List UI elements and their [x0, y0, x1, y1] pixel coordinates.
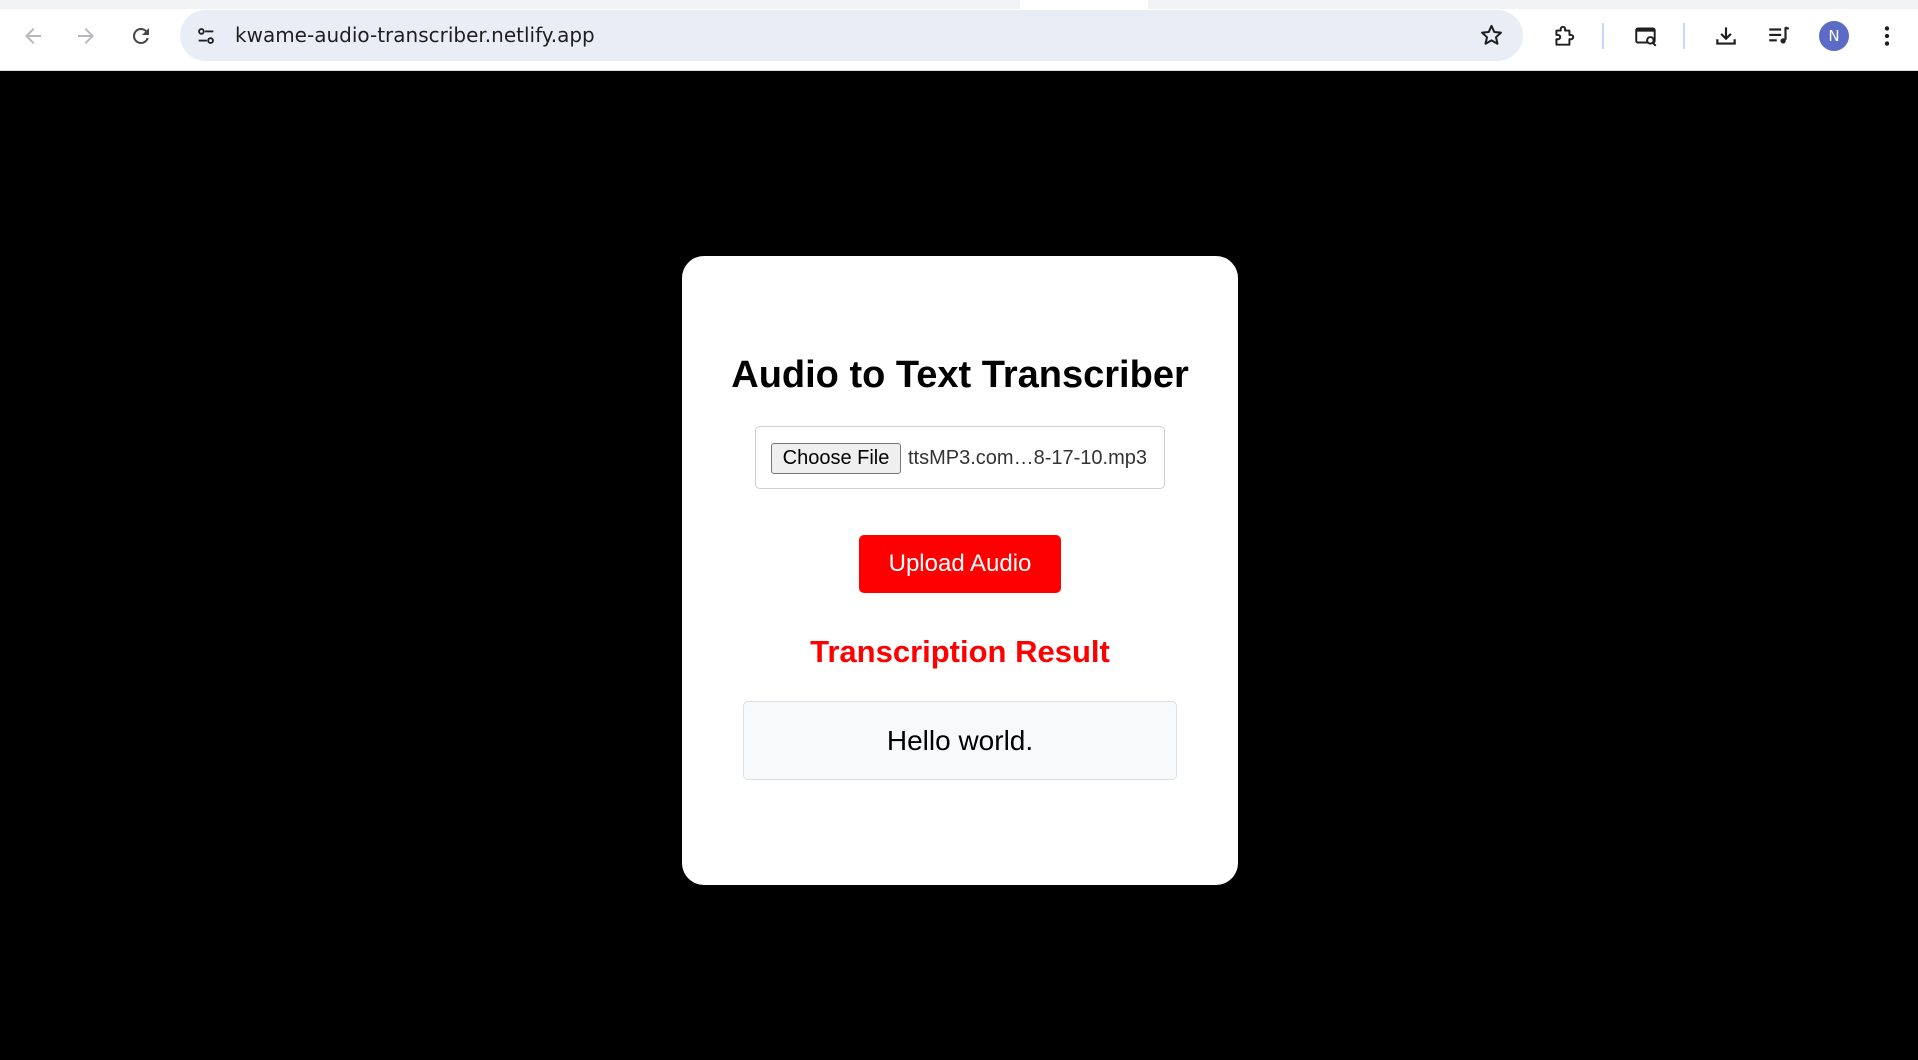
- arrow-left-icon: [25, 28, 41, 44]
- tab-strip: [0, 0, 1918, 9]
- browser-menu-button[interactable]: [1867, 16, 1907, 56]
- file-input[interactable]: Choose File ttsMP3.com…8-17-10.mp3: [755, 426, 1165, 489]
- toolbar-separator: [1602, 23, 1604, 49]
- transcriber-card: Audio to Text Transcriber Choose File tt…: [682, 256, 1238, 885]
- upload-audio-button[interactable]: Upload Audio: [859, 535, 1061, 593]
- forward-button[interactable]: [66, 16, 106, 56]
- extensions-button[interactable]: [1544, 16, 1584, 56]
- search-tabs-icon: [1635, 27, 1657, 47]
- selected-file-name: ttsMP3.com…8-17-10.mp3: [908, 447, 1147, 469]
- address-bar[interactable]: kwame-audio-transcriber.netlify.app: [180, 10, 1523, 61]
- active-tab[interactable]: [1020, 0, 1148, 9]
- tab-search-button[interactable]: [1626, 16, 1666, 56]
- download-icon: [1716, 27, 1736, 45]
- transcription-result: Hello world.: [743, 701, 1177, 780]
- toolbar-separator: [1683, 23, 1685, 49]
- profile-avatar[interactable]: N: [1819, 21, 1849, 51]
- result-heading: Transcription Result: [810, 634, 1110, 669]
- choose-file-button[interactable]: Choose File: [771, 443, 901, 474]
- puzzle-icon: [1555, 25, 1575, 46]
- browser-toolbar: kwame-audio-transcriber.netlify.app N: [0, 0, 1918, 71]
- url-text[interactable]: kwame-audio-transcriber.netlify.app: [235, 10, 595, 61]
- site-info-button[interactable]: [188, 18, 224, 54]
- star-icon[interactable]: [1478, 22, 1505, 49]
- reload-button[interactable]: [121, 16, 161, 56]
- downloads-button[interactable]: [1706, 16, 1746, 56]
- arrow-right-icon: [78, 28, 94, 44]
- media-queue-icon: [1769, 26, 1790, 44]
- media-controls-button[interactable]: [1759, 16, 1799, 56]
- back-button[interactable]: [13, 16, 53, 56]
- tune-icon: [198, 28, 214, 44]
- page-title: Audio to Text Transcriber: [731, 354, 1189, 396]
- reload-icon: [132, 27, 149, 44]
- kebab-menu-icon: [1884, 26, 1890, 46]
- page-viewport: Audio to Text Transcriber Choose File tt…: [0, 72, 1918, 1060]
